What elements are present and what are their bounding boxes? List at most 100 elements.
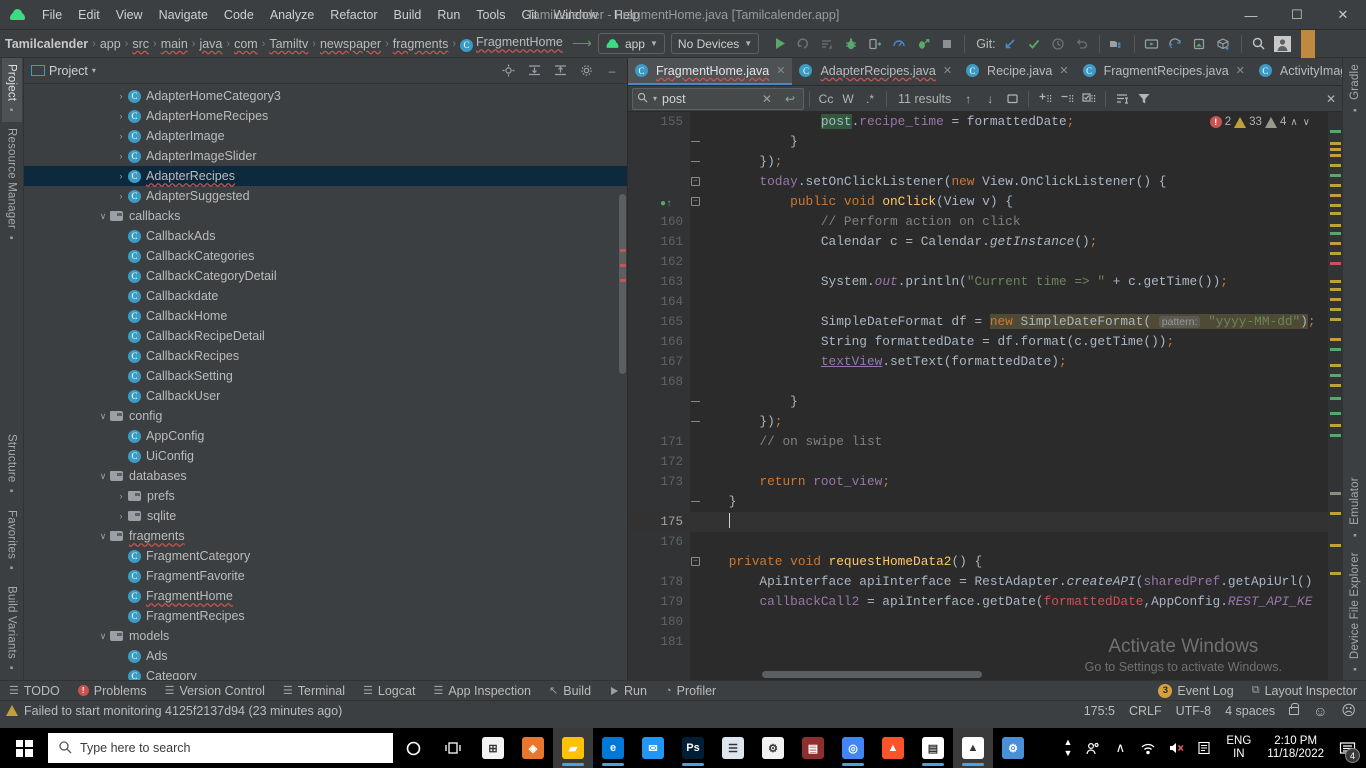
error-stripe-mark[interactable] [1330, 572, 1341, 575]
line-number[interactable] [628, 492, 700, 512]
error-stripe-mark[interactable] [1330, 298, 1341, 301]
maximize-button[interactable]: ☐ [1274, 0, 1320, 30]
menu-item-view[interactable]: View [108, 4, 151, 26]
editor-tab-recipe-java[interactable]: C Recipe.java ✕ [959, 58, 1076, 85]
previous-occurrence-button[interactable]: ↑ [957, 89, 979, 109]
tree-item[interactable]: ›C CallbackRecipes [24, 346, 627, 366]
chevron-right-icon[interactable]: › [114, 451, 128, 461]
tree-item[interactable]: › C AdapterHomeRecipes [24, 106, 627, 126]
tree-item[interactable]: ›C Ads [24, 646, 627, 666]
line-number[interactable]: 173 [628, 472, 690, 492]
editor-horizontal-scrollbar[interactable] [762, 671, 982, 678]
project-tree[interactable]: › C AdapterHomeCategory3 › C AdapterHomeRecip… [24, 84, 627, 680]
bottom-tool-logcat[interactable]: ☰ Logcat [354, 681, 424, 701]
chevron-right-icon[interactable]: › [114, 551, 128, 561]
module-selector[interactable]: app ▼ [597, 33, 665, 54]
menu-item-analyze[interactable]: Analyze [262, 4, 322, 26]
code-line[interactable]: Calendar c = Calendar.getInstance(); [690, 232, 1342, 252]
line-separator[interactable]: CRLF [1129, 704, 1162, 718]
add-line-icon[interactable] [1034, 89, 1056, 109]
debug-button[interactable] [839, 33, 863, 55]
line-number[interactable]: 171 [628, 432, 690, 452]
line-number[interactable] [628, 392, 700, 412]
tree-item[interactable]: ∨ config [24, 406, 627, 426]
error-stripe-mark[interactable] [1330, 212, 1341, 215]
line-number[interactable]: 172 [628, 452, 690, 472]
chevron-down-icon[interactable]: ∨ [96, 471, 110, 482]
taskbar-microsoft-edge-icon[interactable]: e [593, 728, 633, 768]
chevron-right-icon[interactable]: › [114, 571, 128, 581]
chevron-down-icon[interactable]: ∨ [96, 531, 110, 542]
chevron-right-icon[interactable]: › [114, 171, 128, 181]
error-stripe-mark[interactable] [1330, 424, 1341, 427]
code-line[interactable] [690, 372, 1342, 392]
tray-scroll-arrows[interactable]: ▲ ▼ [1057, 737, 1078, 759]
caret-position[interactable]: 175:5 [1084, 704, 1115, 718]
chevron-down-icon[interactable]: ∨ [96, 211, 110, 222]
line-number-gutter[interactable]: 155− ●↑ −160 161 162 163 164 165 166 167 168 171 172… [628, 112, 700, 680]
code-line[interactable]: callbackCall2 = apiInterface.getDate(for… [690, 592, 1342, 612]
editor-tab-fragmentrecipes-java[interactable]: C FragmentRecipes.java ✕ [1076, 58, 1252, 85]
chevron-right-icon[interactable]: › [114, 331, 128, 341]
chevron-right-icon[interactable]: › [114, 231, 128, 241]
search-input[interactable]: ▾ post ✕ ↩ [632, 87, 804, 110]
attach-debugger-button[interactable] [863, 33, 887, 55]
menu-item-git[interactable]: Git [513, 4, 545, 26]
history-icon[interactable] [1046, 33, 1070, 55]
task-view-button[interactable] [433, 728, 473, 768]
code-line[interactable]: // on swipe list [690, 432, 1342, 452]
tree-item[interactable]: › sqlite [24, 506, 627, 526]
chevron-down-icon[interactable]: ▾ [92, 66, 96, 75]
profiler-button[interactable] [887, 33, 911, 55]
line-number[interactable]: ●↑ − [628, 192, 700, 212]
error-stripe-mark[interactable] [1330, 544, 1341, 547]
code-line[interactable]: } [690, 392, 1342, 412]
windows-start-button[interactable] [0, 728, 48, 768]
menu-item-navigate[interactable]: Navigate [151, 4, 216, 26]
avd-manager-button[interactable] [1140, 33, 1164, 55]
error-stripe-mark[interactable] [1330, 184, 1341, 187]
taskbar-notepad-icon[interactable]: ☰ [713, 728, 753, 768]
tree-item[interactable]: › C AdapterImageSlider [24, 146, 627, 166]
error-stripe-mark[interactable] [1330, 232, 1341, 235]
rollback-icon[interactable] [1070, 33, 1094, 55]
volume-muted-icon[interactable] [1162, 728, 1190, 768]
taskbar-winrar-icon[interactable]: ▤ [793, 728, 833, 768]
code-line[interactable]: SimpleDateFormat df = new SimpleDateForm… [690, 312, 1342, 332]
line-number[interactable]: 168 [628, 372, 690, 392]
menu-item-window[interactable]: Window [545, 4, 605, 26]
line-number[interactable] [628, 412, 700, 432]
code-line[interactable]: ApiInterface apiInterface = RestAdapter.… [690, 572, 1342, 592]
taskbar-news-icon[interactable]: ▤ [913, 728, 953, 768]
chevron-right-icon[interactable]: › [114, 91, 128, 101]
breadcrumb-item-com[interactable]: com [231, 35, 261, 53]
chevron-down-icon[interactable]: ∨ [96, 411, 110, 422]
tree-item[interactable]: ›C CallbackSetting [24, 366, 627, 386]
tree-item[interactable]: ∨ fragments [24, 526, 627, 546]
chevron-right-icon[interactable]: › [114, 191, 128, 201]
code-text[interactable]: post.recipe_time = formattedDate; } }); … [690, 112, 1342, 680]
error-stripe-mark[interactable] [1330, 174, 1341, 177]
tool-window-button-emulator[interactable]: ▪ Emulator [1345, 471, 1365, 546]
error-stripe-mark[interactable] [1330, 130, 1341, 133]
remove-line-icon[interactable] [1056, 89, 1078, 109]
close-tab-icon[interactable]: ✕ [943, 64, 952, 77]
error-stripe-mark[interactable] [1330, 204, 1341, 207]
bottom-tool-event-log[interactable]: 3 Event Log [1149, 681, 1242, 701]
code-line[interactable]: textView.setText(formattedDate); [690, 352, 1342, 372]
menu-item-build[interactable]: Build [386, 4, 430, 26]
line-number[interactable]: 180 [628, 612, 690, 632]
code-line[interactable] [690, 452, 1342, 472]
code-line[interactable] [690, 632, 1342, 652]
code-line[interactable]: System.out.println("Current time => " + … [690, 272, 1342, 292]
tree-item[interactable]: ›C AppConfig [24, 426, 627, 446]
bottom-tool-app-inspection[interactable]: ☰ App Inspection [424, 681, 540, 701]
code-line[interactable] [690, 252, 1342, 272]
close-tab-icon[interactable]: ✕ [1236, 64, 1245, 77]
line-number[interactable]: 164 [628, 292, 690, 312]
code-line[interactable]: } [690, 132, 1342, 152]
code-line[interactable]: }); [690, 152, 1342, 172]
taskbar-search-box[interactable]: Type here to search [48, 733, 393, 763]
chevron-right-icon[interactable]: › [114, 391, 128, 401]
error-stripe-mark[interactable] [1330, 318, 1341, 321]
